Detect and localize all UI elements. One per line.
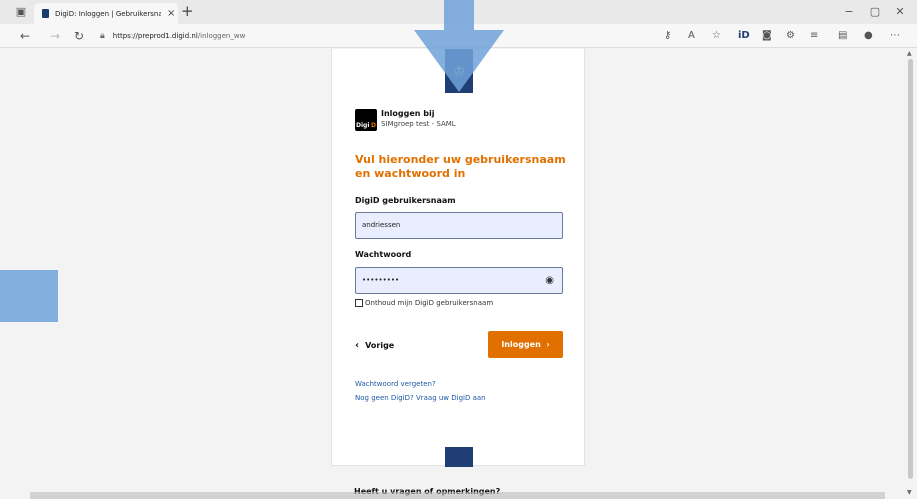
- key-icon[interactable]: ⚷: [664, 29, 671, 43]
- login-label: Inloggen: [501, 340, 541, 349]
- tab-actions-icon[interactable]: ▣: [12, 4, 30, 20]
- bottom-overlay-bar: [30, 492, 885, 499]
- more-menu-icon[interactable]: ⋯: [890, 29, 900, 43]
- show-password-icon[interactable]: ◉: [545, 268, 554, 293]
- chevron-right-icon: ›: [543, 340, 550, 349]
- back-arrow-icon[interactable]: ←: [20, 28, 30, 44]
- scroll-thumb[interactable]: [908, 59, 913, 479]
- url-host: https://preprod1.digid.nl: [112, 32, 198, 40]
- logo-d: D: [371, 122, 376, 129]
- back-label: Vorige: [365, 341, 395, 350]
- service-name: SIMgroep test - SAML: [381, 120, 456, 128]
- id-extension-icon[interactable]: iD: [738, 29, 750, 43]
- favorite-star-icon[interactable]: ☆: [712, 29, 721, 43]
- digid-favicon-icon: [42, 9, 49, 18]
- collections-icon[interactable]: ▤: [838, 29, 847, 43]
- vertical-scrollbar[interactable]: ▲ ▼: [905, 49, 917, 499]
- password-value: •••••••••: [362, 276, 400, 284]
- blue-square-overlay: [0, 270, 58, 322]
- page-viewport: ♔ DigiD Inloggen bij SIMgroep test - SAM…: [0, 49, 905, 499]
- scroll-up-icon[interactable]: ▲: [907, 50, 912, 57]
- login-card: ♔ DigiD Inloggen bij SIMgroep test - SAM…: [331, 49, 585, 467]
- remember-row: Onthoud mijn DigiD gebruikersnaam: [355, 299, 493, 307]
- url-path: /inloggen_ww: [197, 32, 246, 40]
- scroll-down-icon[interactable]: ▼: [907, 489, 912, 496]
- refresh-icon[interactable]: ↻: [74, 28, 84, 44]
- remember-label[interactable]: Onthoud mijn DigiD gebruikersnaam: [365, 299, 493, 307]
- password-label: Wachtwoord: [355, 250, 412, 259]
- service-header: Digi D Inloggen bij SIMgroep test - SAML: [355, 109, 456, 131]
- favorites-list-icon[interactable]: ≡: [810, 29, 818, 43]
- page-heading: Vul hieronder uw gebruikersnaam en wacht…: [355, 153, 566, 180]
- logo-text: Digi: [356, 122, 370, 129]
- password-input[interactable]: ••••••••• ◉: [355, 267, 563, 294]
- close-window-button[interactable]: ✕: [891, 4, 909, 20]
- inloggen-bij-label: Inloggen bij: [381, 109, 435, 118]
- minimize-button[interactable]: −: [840, 4, 858, 20]
- forward-arrow-icon[interactable]: →: [50, 28, 60, 44]
- digid-logo-icon: Digi D: [355, 109, 377, 131]
- login-button[interactable]: Inloggen ›: [488, 331, 563, 358]
- forgot-password-link[interactable]: Wachtwoord vergeten?: [355, 380, 436, 388]
- down-arrow-overlay-icon: [414, 0, 504, 92]
- extensions-icon[interactable]: ⚙: [786, 29, 795, 43]
- read-aloud-icon[interactable]: A: [688, 29, 695, 43]
- username-input[interactable]: andriessen: [355, 212, 563, 239]
- back-button[interactable]: ‹ Vorige: [355, 340, 394, 351]
- tab-close-icon[interactable]: ×: [167, 8, 175, 19]
- browser-tab[interactable]: DigiD: Inloggen | Gebruikersnaam ×: [34, 3, 178, 24]
- camera-icon[interactable]: ◙: [762, 29, 772, 43]
- new-tab-button[interactable]: +: [181, 4, 194, 19]
- tab-title: DigiD: Inloggen | Gebruikersnaam: [55, 9, 161, 18]
- remember-checkbox[interactable]: [355, 299, 363, 307]
- profile-avatar-icon[interactable]: ●: [864, 29, 873, 43]
- username-label: DigiD gebruikersnaam: [355, 196, 456, 205]
- footer-logo-icon: [445, 447, 473, 467]
- maximize-button[interactable]: ▢: [866, 4, 884, 20]
- lock-icon: 🔒︎: [100, 31, 105, 41]
- chevron-left-icon: ‹: [355, 340, 360, 351]
- apply-digid-link[interactable]: Nog geen DigiD? Vraag uw DigiD aan: [355, 394, 486, 402]
